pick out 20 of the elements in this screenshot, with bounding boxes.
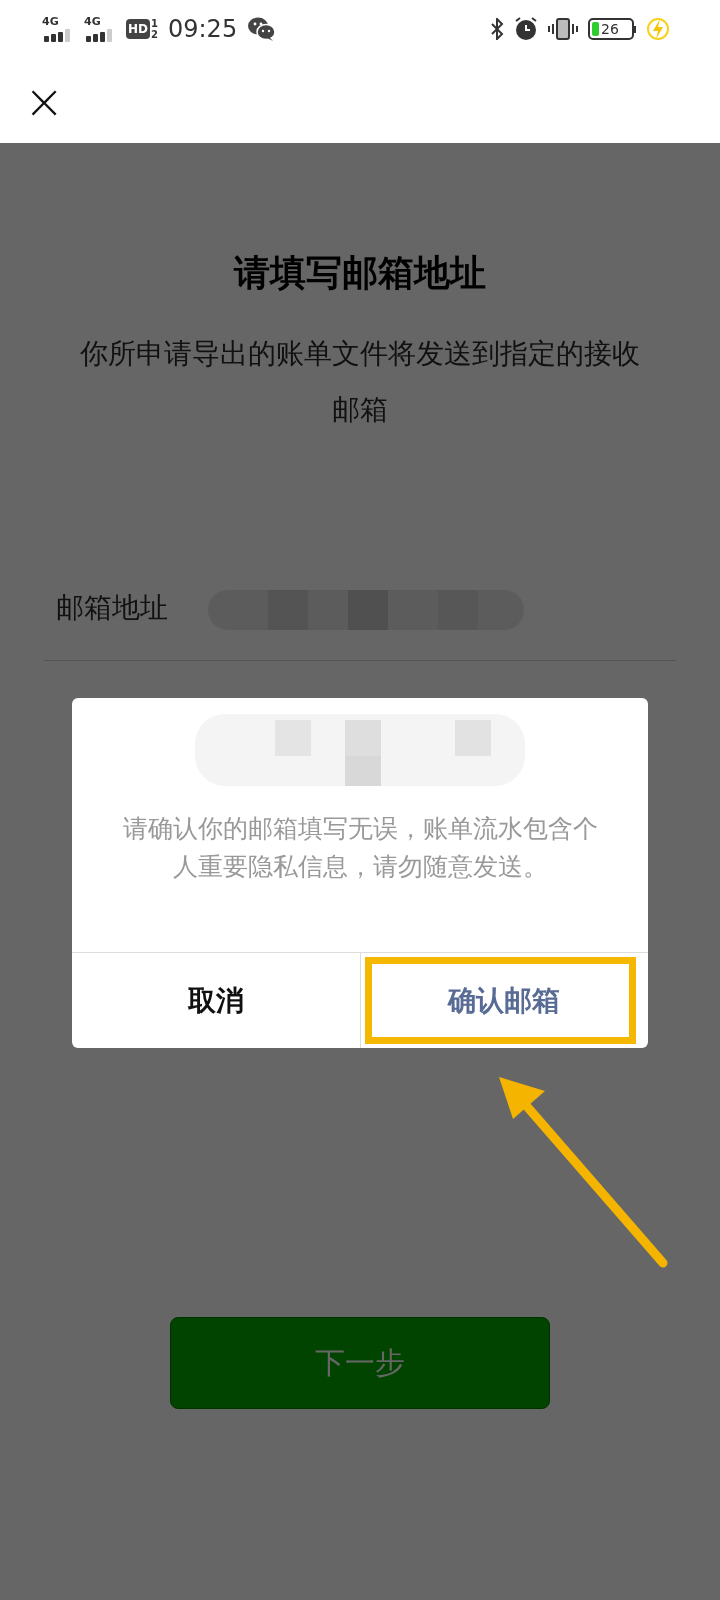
sim-slot-number: 1 (151, 18, 158, 29)
battery-fill (592, 22, 599, 36)
clock-time: 09:25 (168, 15, 238, 43)
network-type: 4G (84, 16, 101, 28)
description-text: 你所申请导出的账单文件将发送到指定的接收邮箱 (79, 336, 641, 428)
vibrate-icon (548, 17, 578, 41)
network-type: 4G (42, 16, 59, 28)
close-button[interactable]: × (18, 76, 71, 125)
page-title: 请填写邮箱地址 (234, 251, 486, 295)
bluetooth-icon (490, 18, 504, 40)
cancel-button[interactable]: 取消 (72, 953, 361, 1048)
confirm-button[interactable]: 确认邮箱 (360, 953, 648, 1048)
chat-app-icon (247, 16, 278, 42)
sim-slot-number: 2 (151, 29, 158, 40)
email-field[interactable]: 邮箱地址 (44, 586, 676, 661)
battery-level: 26 (601, 21, 619, 37)
alarm-icon (514, 17, 538, 41)
hd-badge: HD (126, 19, 150, 39)
dialog-message: 请确认你的邮箱填写无误，账单流水包含个人重要隐私信息，请勿随意发送。 (121, 813, 599, 883)
field-label: 邮箱地址 (56, 590, 168, 626)
